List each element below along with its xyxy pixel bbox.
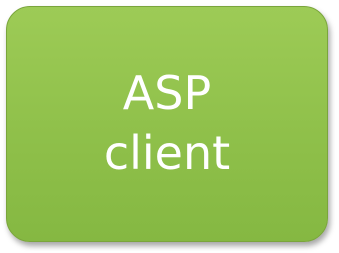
asp-client-node: ASP client: [6, 6, 328, 242]
node-label-line-1: ASP: [122, 66, 212, 121]
diagram-canvas: ASP client: [0, 0, 339, 253]
node-label-line-2: client: [103, 126, 231, 180]
